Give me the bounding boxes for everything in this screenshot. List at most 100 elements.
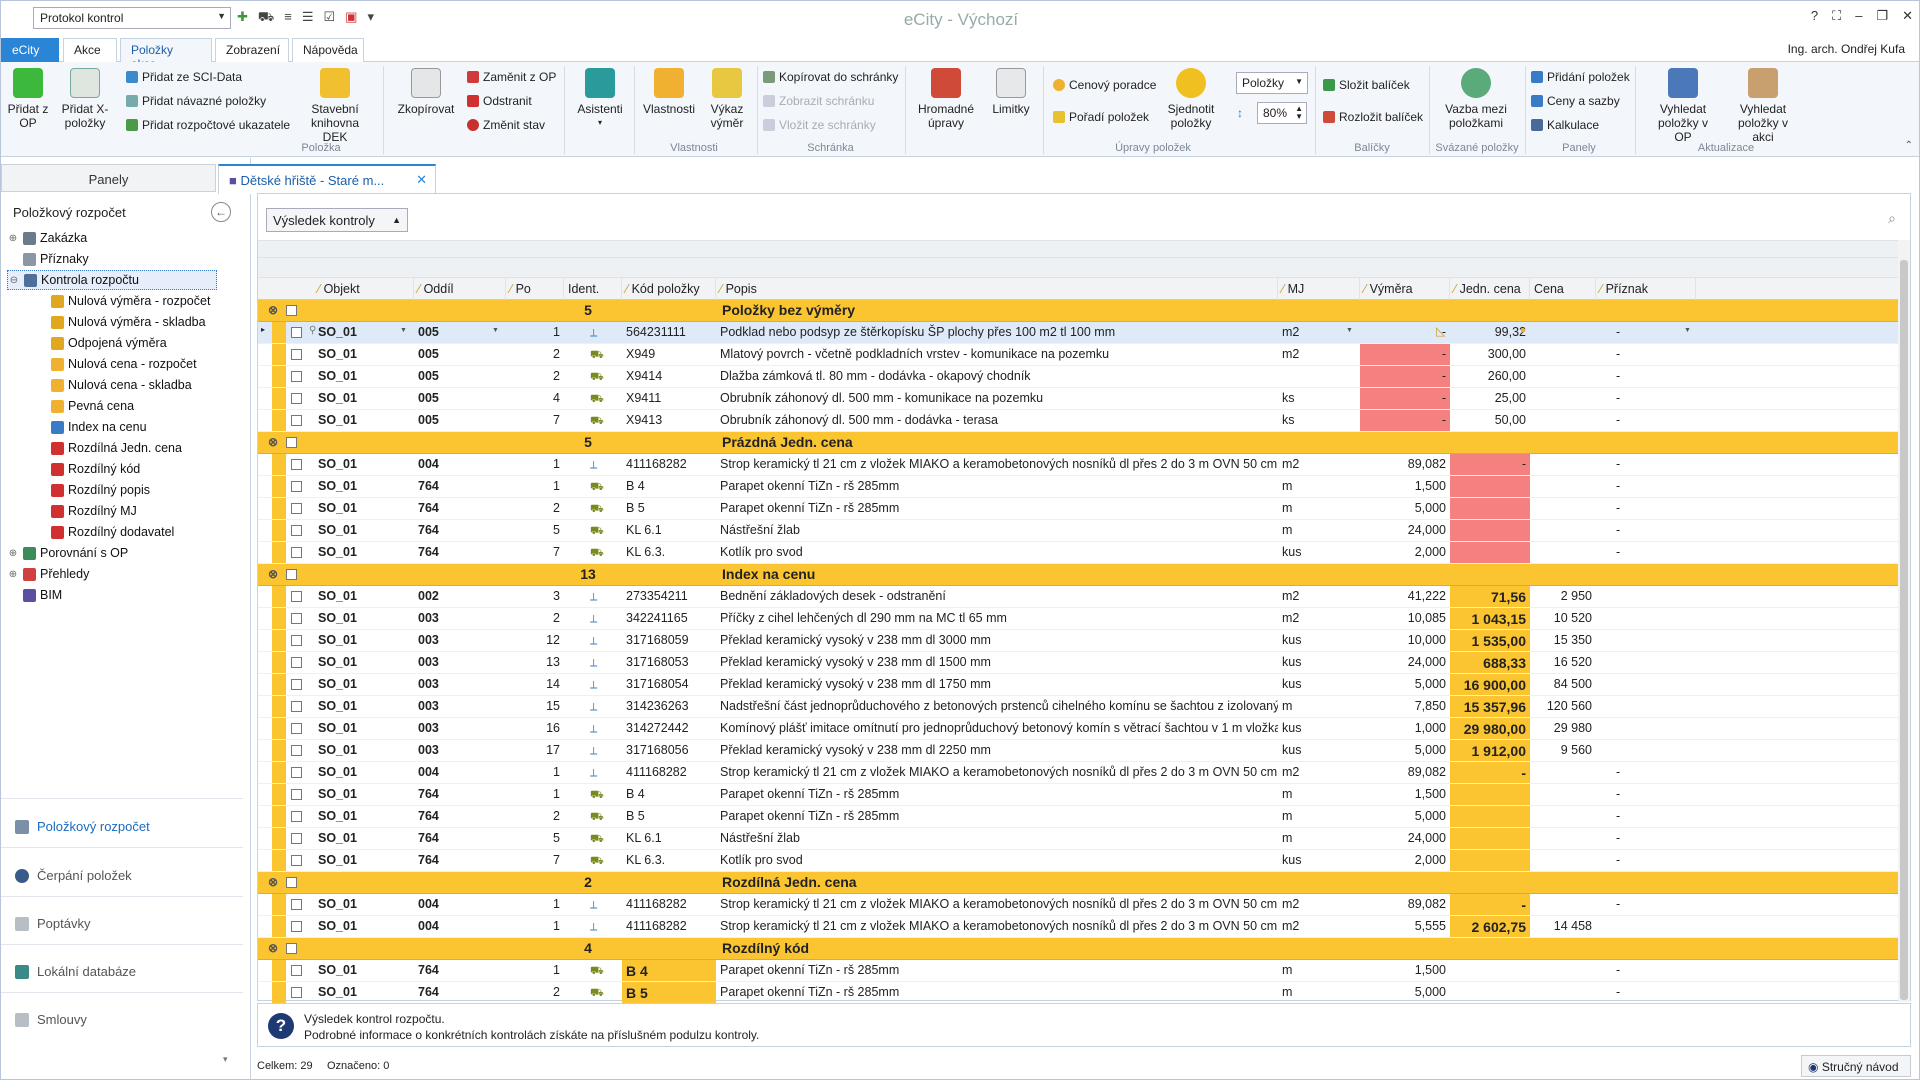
kod-cell[interactable]: 317168059	[622, 630, 716, 651]
row-checkbox[interactable]	[291, 855, 302, 866]
plant-icon[interactable]: ✚	[237, 9, 248, 27]
cena-cell[interactable]	[1530, 454, 1596, 475]
oddil-cell[interactable]: 764	[414, 982, 506, 1003]
kod-cell[interactable]: 317168054	[622, 674, 716, 695]
hromadne-upravy-button[interactable]: Hromadné úpravy	[911, 68, 981, 130]
kod-cell[interactable]: KL 6.1	[622, 828, 716, 849]
tree-item[interactable]: Rozdílný popis	[35, 480, 150, 500]
vyhledat-akce-button[interactable]: Vyhledat položky v akci	[1727, 68, 1799, 144]
oddil-cell[interactable]: 764	[414, 828, 506, 849]
vertical-scrollbar[interactable]	[1898, 240, 1910, 1002]
zobrazit-schranka-button[interactable]: Zobrazit schránku	[763, 94, 874, 108]
row-checkbox[interactable]	[291, 745, 302, 756]
cena-cell[interactable]	[1530, 476, 1596, 497]
vymera-cell[interactable]: 1,500	[1360, 784, 1450, 805]
table-row[interactable]: SO_01 003 13 ⟂ 317168053 Překlad keramický vy…	[258, 652, 1898, 674]
jedn-cena-cell[interactable]	[1450, 784, 1530, 805]
kod-cell[interactable]: 411168282	[622, 916, 716, 937]
expand-icon[interactable]: ⊕	[7, 569, 19, 580]
col-ident[interactable]: Ident.	[564, 278, 622, 300]
tree-item[interactable]: Příznaky	[7, 249, 89, 269]
col-mj[interactable]: ⁄ MJ	[1278, 278, 1360, 300]
filter-row[interactable]	[258, 258, 1898, 278]
po-cell[interactable]: 7	[506, 850, 564, 871]
jedn-cena-cell[interactable]	[1450, 498, 1530, 519]
kod-cell[interactable]: KL 6.1	[622, 520, 716, 541]
objekt-cell[interactable]: SO_01	[314, 916, 414, 937]
expand-icon[interactable]: ⊖	[8, 275, 20, 286]
vymera-cell[interactable]: 1,500	[1360, 476, 1450, 497]
mj-cell[interactable]: kus	[1278, 718, 1360, 739]
cena-cell[interactable]	[1530, 520, 1596, 541]
tree-item[interactable]: Index na cenu	[35, 417, 147, 437]
popis-cell[interactable]: Mlatový povrch - včetně podkladních vrst…	[716, 344, 1278, 365]
row-checkbox[interactable]	[291, 657, 302, 668]
objekt-cell[interactable]: SO_01	[314, 806, 414, 827]
popis-cell[interactable]: Překlad keramický vysoký v 238 mm dl 175…	[716, 674, 1278, 695]
vymera-cell[interactable]: 5,555	[1360, 916, 1450, 937]
objekt-cell[interactable]: SO_01	[314, 476, 414, 497]
oddil-cell[interactable]: 764	[414, 806, 506, 827]
odstranit-button[interactable]: Odstranit	[467, 94, 532, 108]
vymera-cell[interactable]: 24,000	[1360, 520, 1450, 541]
vymera-cell[interactable]: 5,000	[1360, 674, 1450, 695]
priznak-cell[interactable]: -	[1596, 454, 1696, 475]
mj-cell[interactable]: m2	[1278, 894, 1360, 915]
popis-cell[interactable]: Bednění základových desek - odstranění	[716, 586, 1278, 607]
jedn-cena-cell[interactable]: -	[1450, 762, 1530, 783]
popis-cell[interactable]: Překlad keramický vysoký v 238 mm dl 225…	[716, 740, 1278, 761]
oddil-cell[interactable]: 005	[414, 388, 506, 409]
priznak-cell[interactable]: -	[1596, 366, 1696, 387]
table-row[interactable]: SO_01 764 2 ⛟ B 5 Parapet okenní TiZn - rš 28…	[258, 806, 1898, 828]
row-checkbox[interactable]	[291, 525, 302, 536]
priznak-cell[interactable]	[1596, 630, 1696, 651]
jedn-cena-cell[interactable]: 50,00	[1450, 410, 1530, 431]
po-cell[interactable]: 2	[506, 982, 564, 1003]
priznak-cell[interactable]: -	[1596, 894, 1696, 915]
kod-cell[interactable]: B 5	[622, 806, 716, 827]
tree-item[interactable]: ⊕ Přehledy	[7, 564, 90, 584]
objekt-cell[interactable]: SO_01	[314, 630, 414, 651]
col-vymera[interactable]: ⁄ Výměra	[1360, 278, 1450, 300]
po-cell[interactable]: 2	[506, 498, 564, 519]
kod-cell[interactable]: B 4	[622, 784, 716, 805]
col-oddil[interactable]: ⁄ Oddíl	[414, 278, 506, 300]
cena-cell[interactable]	[1530, 806, 1596, 827]
popis-cell[interactable]: Překlad keramický vysoký v 238 mm dl 300…	[716, 630, 1278, 651]
popis-cell[interactable]: Parapet okenní TiZn - rš 285mm	[716, 784, 1278, 805]
kod-cell[interactable]: X9413	[622, 410, 716, 431]
oddil-cell[interactable]: 003	[414, 652, 506, 673]
table-row[interactable]: SO_01 764 7 ⛟ KL 6.3. Kotlík pro svod kus 2,000…	[258, 542, 1898, 564]
table-row[interactable]: SO_01 764 5 ⛟ KL 6.1 Nástřešní žlab m 24,000 -	[258, 828, 1898, 850]
vymera-cell[interactable]: -	[1360, 388, 1450, 409]
vlastnosti-button[interactable]: Vlastnosti	[639, 68, 699, 116]
po-cell[interactable]: 1	[506, 476, 564, 497]
jedn-cena-cell[interactable]: 300,00	[1450, 344, 1530, 365]
jedn-cena-cell[interactable]: 15 357,96	[1450, 696, 1530, 717]
table-row[interactable]: SO_01 005 2 ⛟ X949 Mlatový povrch - včetně po…	[258, 344, 1898, 366]
mj-cell[interactable]: m	[1278, 784, 1360, 805]
oddil-cell[interactable]: 005	[414, 366, 506, 387]
jedn-cena-cell[interactable]: 1 535,00	[1450, 630, 1530, 651]
group-row[interactable]: ⊗ 5 Položky bez výměry	[258, 300, 1898, 322]
table-row[interactable]: SO_01 764 5 ⛟ KL 6.1 Nástřešní žlab m 24,000 -	[258, 520, 1898, 542]
popis-cell[interactable]: Strop keramický tl 21 cm z vložek MIAKO …	[716, 454, 1278, 475]
collapse-icon[interactable]: ⊗	[268, 567, 278, 581]
table-row[interactable]: SO_01 764 1 ⛟ B 4 Parapet okenní TiZn - rš 28…	[258, 784, 1898, 806]
jedn-cena-cell[interactable]	[1450, 982, 1530, 1003]
priznak-cell[interactable]: -	[1596, 542, 1696, 563]
mj-cell[interactable]: ks	[1278, 410, 1360, 431]
row-checkbox[interactable]	[291, 481, 302, 492]
mj-cell[interactable]: m	[1278, 828, 1360, 849]
nav-polozkovy-rozpocet[interactable]: Položkový rozpočet	[15, 819, 150, 834]
popis-cell[interactable]: Komínový plášť imitace omítnutí pro jedn…	[716, 718, 1278, 739]
jedn-cena-cell[interactable]: 29 980,00	[1450, 718, 1530, 739]
po-cell[interactable]: 16	[506, 718, 564, 739]
po-cell[interactable]: 1	[506, 762, 564, 783]
po-cell[interactable]: 13	[506, 652, 564, 673]
back-arrow-icon[interactable]: ←	[211, 202, 231, 222]
oddil-cell[interactable]: 764	[414, 850, 506, 871]
chevron-down-icon[interactable]: ▼	[1684, 327, 1691, 334]
col-kod[interactable]: ⁄ Kód položky	[622, 278, 716, 300]
col-jedn-cena[interactable]: ⁄ Jedn. cena	[1450, 278, 1530, 300]
